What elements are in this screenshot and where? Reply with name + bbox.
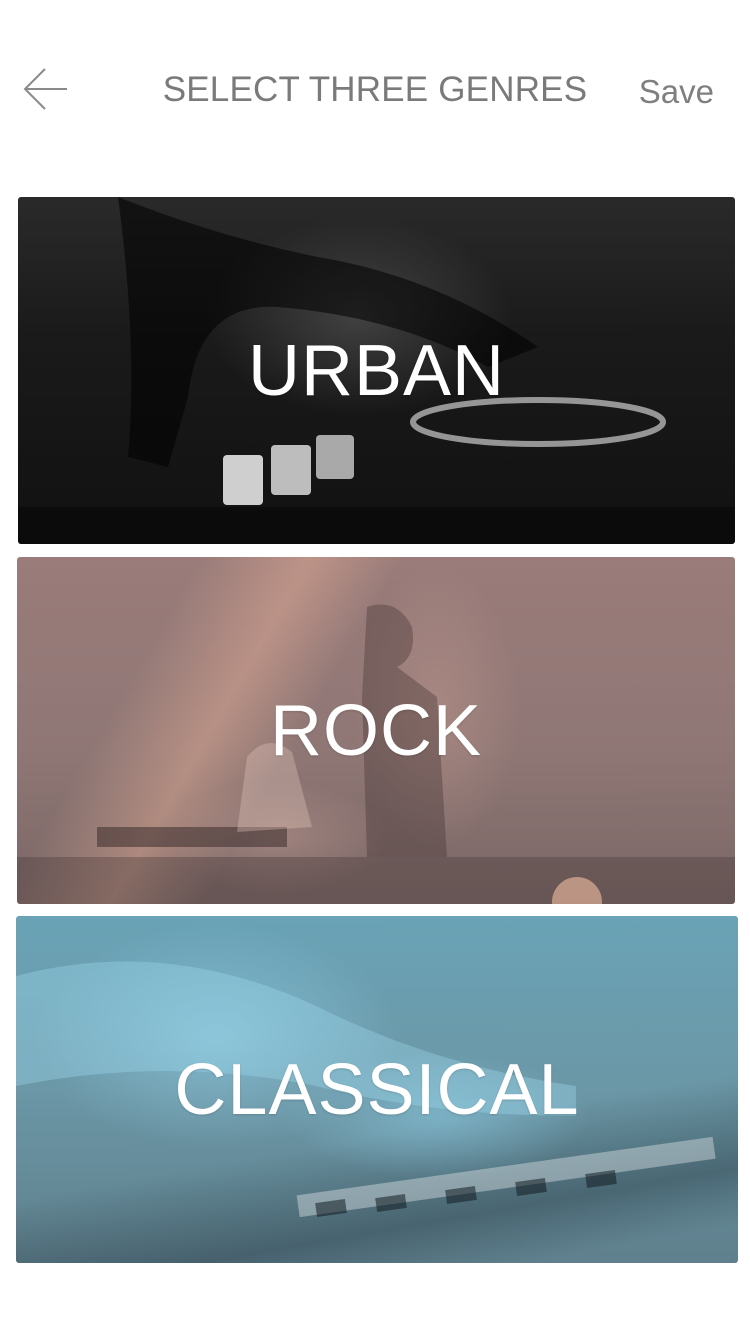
genre-label-classical: CLASSICAL [174,1049,580,1130]
genre-card-rock[interactable]: ROCK [17,557,735,904]
genre-label-rock: ROCK [269,690,483,771]
genre-label-urban: URBAN [247,330,506,411]
genre-card-urban[interactable]: URBAN [18,197,735,544]
top-bar: SELECT THREE GENRES Save [0,0,750,180]
save-button[interactable]: Save [639,72,714,112]
page-title: SELECT THREE GENRES [162,70,588,109]
genre-card-classical[interactable]: CLASSICAL [16,916,738,1263]
